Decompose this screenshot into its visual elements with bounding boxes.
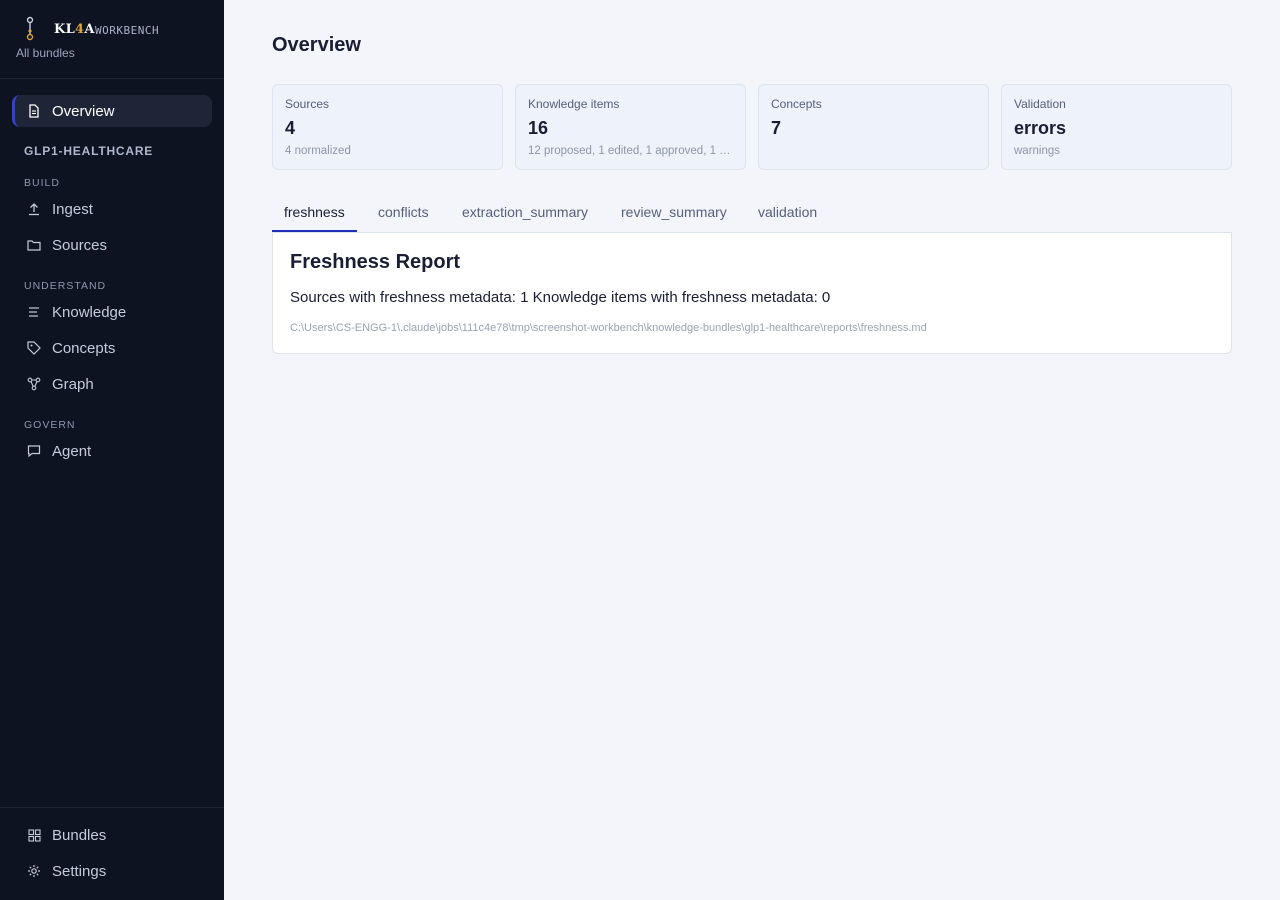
section-heading-build: BUILD bbox=[24, 177, 60, 189]
current-bundle-name: GLP1-HEALTHCARE bbox=[24, 144, 154, 158]
report-tabs: freshness conflicts extraction_summary r… bbox=[272, 196, 1232, 233]
stat-value: 7 bbox=[771, 118, 782, 138]
sidebar-item-overview[interactable]: Overview bbox=[12, 95, 212, 127]
stat-value: 16 bbox=[528, 118, 549, 138]
stat-card-knowledge-items[interactable]: Knowledge items 16 12 proposed, 1 edited… bbox=[515, 84, 746, 170]
sidebar-item-label: Bundles bbox=[52, 826, 107, 844]
grid-icon bbox=[27, 828, 41, 842]
page-title: Overview bbox=[272, 34, 361, 56]
brand-subtitle: WORKBENCH bbox=[95, 24, 160, 37]
sidebar: KL4A WORKBENCH All bundles Overview GLP1… bbox=[0, 0, 224, 900]
sidebar-item-label: Overview bbox=[52, 102, 115, 120]
report-file-path: C:\Users\CS-ENGG-1\.claude\jobs\111c4e78… bbox=[290, 322, 927, 334]
gear-icon bbox=[27, 864, 41, 878]
stat-subtext: 12 proposed, 1 edited, 1 approved, 1 … bbox=[528, 145, 731, 157]
folder-icon bbox=[27, 238, 41, 252]
sidebar-item-graph[interactable]: Graph bbox=[12, 368, 212, 400]
stat-label: Concepts bbox=[771, 97, 822, 111]
stat-subtext: warnings bbox=[1014, 145, 1061, 157]
upload-icon bbox=[27, 202, 41, 216]
section-heading-govern: GOVERN bbox=[24, 419, 76, 431]
sidebar-item-label: Concepts bbox=[52, 339, 116, 357]
tab-validation[interactable]: validation bbox=[758, 196, 817, 232]
stat-label: Knowledge items bbox=[528, 97, 620, 111]
stat-value: 4 bbox=[285, 118, 296, 138]
sidebar-item-knowledge[interactable]: Knowledge bbox=[12, 296, 212, 328]
stat-card-sources[interactable]: Sources 4 4 normalized bbox=[272, 84, 503, 170]
list-icon bbox=[27, 305, 41, 319]
tab-review-summary[interactable]: review_summary bbox=[621, 196, 727, 232]
sidebar-item-settings[interactable]: Settings bbox=[12, 855, 212, 887]
logo-icon bbox=[26, 16, 34, 41]
tab-conflicts[interactable]: conflicts bbox=[378, 196, 429, 232]
sidebar-item-concepts[interactable]: Concepts bbox=[12, 332, 212, 364]
sidebar-item-label: Knowledge bbox=[52, 303, 127, 321]
brand-name[interactable]: KL4A bbox=[54, 22, 95, 37]
sidebar-item-sources[interactable]: Sources bbox=[12, 229, 212, 261]
document-icon bbox=[27, 104, 41, 118]
sidebar-item-label: Sources bbox=[52, 236, 108, 254]
stat-card-validation[interactable]: Validation errors warnings bbox=[1001, 84, 1232, 170]
stat-value: errors bbox=[1014, 118, 1067, 138]
tab-freshness[interactable]: freshness bbox=[272, 196, 357, 232]
sidebar-item-ingest[interactable]: Ingest bbox=[12, 193, 212, 225]
report-body: Sources with freshness metadata: 1 Knowl… bbox=[290, 289, 831, 306]
stat-subtext: 4 normalized bbox=[285, 145, 351, 157]
brand-header: KL4A WORKBENCH All bundles bbox=[0, 0, 224, 79]
sidebar-item-agent[interactable]: Agent bbox=[12, 435, 212, 467]
sidebar-item-label: Agent bbox=[52, 442, 92, 460]
report-title: Freshness Report bbox=[290, 251, 461, 273]
stat-label: Sources bbox=[285, 97, 330, 111]
stat-label: Validation bbox=[1014, 97, 1066, 111]
sidebar-item-label: Ingest bbox=[52, 200, 93, 218]
report-panel: Freshness Report Sources with freshness … bbox=[272, 233, 1232, 354]
sidebar-item-label: Graph bbox=[52, 375, 94, 393]
sidebar-divider bbox=[0, 807, 224, 808]
all-bundles-link[interactable]: All bundles bbox=[16, 46, 75, 60]
stat-card-concepts[interactable]: Concepts 7 bbox=[758, 84, 989, 170]
sidebar-item-bundles[interactable]: Bundles bbox=[12, 819, 212, 851]
tag-icon bbox=[27, 341, 41, 355]
tab-extraction-summary[interactable]: extraction_summary bbox=[462, 196, 588, 232]
sidebar-item-label: Settings bbox=[52, 862, 107, 880]
section-heading-understand: UNDERSTAND bbox=[24, 280, 107, 292]
graph-icon bbox=[27, 377, 41, 391]
chat-icon bbox=[27, 444, 41, 458]
